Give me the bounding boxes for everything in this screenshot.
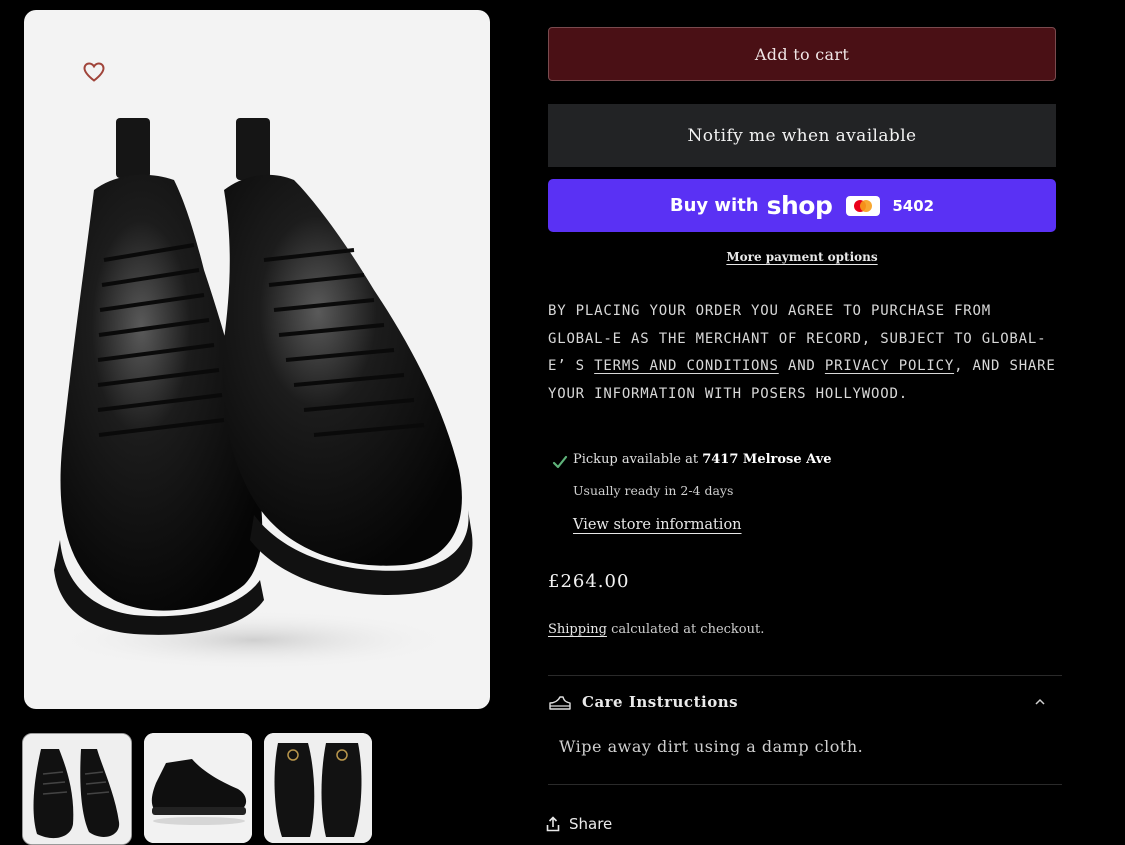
view-store-information-link[interactable]: View store information — [573, 517, 742, 533]
more-payment-options: More payment options — [548, 250, 1056, 264]
divider — [548, 784, 1062, 785]
product-price: £264.00 — [548, 571, 630, 592]
pickup-prefix: Pickup available at — [573, 452, 703, 467]
product-main-image[interactable] — [24, 10, 490, 709]
more-payment-options-link[interactable]: More payment options — [726, 250, 877, 264]
pickup-location-text: Pickup available at 7417 Melrose Ave — [573, 452, 832, 467]
pickup-ready-time: Usually ready in 2-4 days — [573, 483, 734, 498]
care-instructions-body: Wipe away dirt using a damp cloth. — [559, 737, 864, 756]
share-button[interactable]: Share — [546, 815, 612, 833]
privacy-policy-link[interactable]: PRIVACY POLICY — [825, 358, 954, 374]
heart-icon[interactable] — [82, 60, 106, 84]
boots-thumbnail-image — [23, 734, 131, 844]
shoe-icon — [549, 696, 571, 710]
terms-link[interactable]: TERMS AND CONDITIONS — [594, 358, 779, 374]
add-to-cart-label: Add to cart — [754, 44, 850, 64]
add-to-cart-button[interactable]: Add to cart — [548, 27, 1056, 81]
share-label: Share — [569, 815, 613, 833]
shop-pay-prefix: Buy with — [669, 195, 759, 216]
shipping-link[interactable]: Shipping — [548, 622, 607, 637]
thumbnail-2[interactable] — [144, 733, 252, 843]
disclaimer-text-2: AND — [778, 358, 825, 374]
chevron-up-icon — [1035, 698, 1045, 705]
care-instructions-toggle[interactable]: Care Instructions — [548, 676, 1062, 730]
merchant-disclaimer: BY PLACING YOUR ORDER YOU AGREE TO PURCH… — [548, 298, 1058, 408]
notify-me-button[interactable]: Notify me when available — [548, 104, 1056, 167]
share-icon — [546, 816, 560, 832]
pickup-location: 7417 Melrose Ave — [702, 452, 832, 467]
shipping-note: Shipping calculated at checkout. — [548, 622, 764, 637]
checkmark-icon — [552, 455, 568, 469]
boot-side-thumbnail-image — [144, 733, 252, 843]
thumbnail-3[interactable] — [264, 733, 372, 843]
boots-illustration — [54, 118, 473, 670]
mastercard-icon — [846, 195, 881, 216]
shop-pay-logo: shop — [766, 191, 833, 220]
care-instructions-title: Care Instructions — [582, 693, 739, 711]
boots-front-thumbnail-image — [264, 733, 372, 843]
shipping-note-text: calculated at checkout. — [606, 622, 765, 637]
thumbnail-1[interactable] — [22, 733, 132, 845]
notify-me-label: Notify me when available — [687, 125, 917, 146]
shop-pay-button[interactable]: Buy with shop 5402 — [548, 179, 1056, 232]
card-last-four: 5402 — [892, 196, 935, 215]
